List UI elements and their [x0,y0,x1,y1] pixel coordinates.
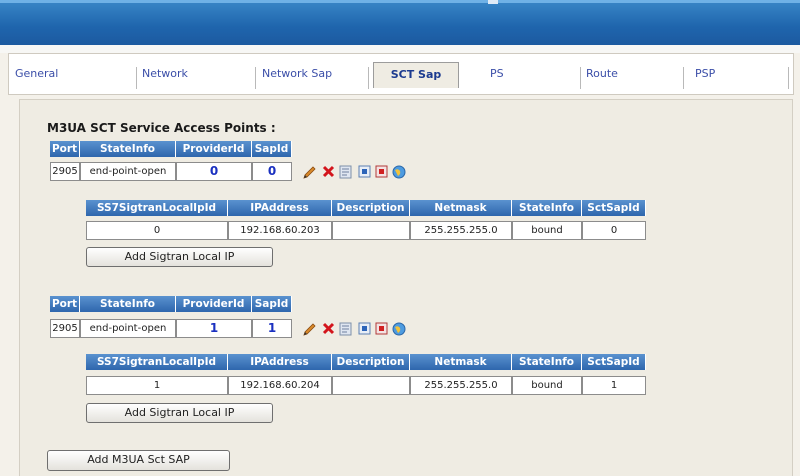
globe-icon[interactable] [392,165,406,179]
edit-pencil-icon[interactable] [302,165,317,180]
tab-sct-sap[interactable]: SCT Sap [373,62,459,88]
ip-id-cell: 0 [86,221,228,240]
sap-header-providerid: ProviderId [176,296,252,312]
ip-address-cell: 192.168.60.204 [228,376,332,395]
ip-address-cell: 192.168.60.203 [228,221,332,240]
tab-route[interactable]: Route [586,67,684,89]
stop-icon[interactable] [375,322,388,335]
sap-id-cell: 0 [252,162,292,181]
ip-header-netmask: Netmask [410,354,512,370]
ip-header-stateinfo: StateInfo [512,354,582,370]
tab-network[interactable]: Network [142,67,256,89]
window-icon[interactable] [358,165,371,178]
sap-id-cell: 1 [252,319,292,338]
delete-x-icon[interactable] [322,322,335,335]
document-icon[interactable] [339,165,353,179]
ip-header-description: Description [332,200,410,216]
sap-header-providerid: ProviderId [176,141,252,157]
ip-header-ipaddress: IPAddress [228,354,332,370]
sap-header-stateinfo: StateInfo [80,141,176,157]
sap-header-stateinfo: StateInfo [80,296,176,312]
header-notch [488,0,498,4]
ip-header-id: SS7SigtranLocalIpId [86,354,228,370]
document-icon[interactable] [339,322,353,336]
globe-icon[interactable] [392,322,406,336]
sap-action-icons [302,165,442,181]
section-title: M3UA SCT Service Access Points : [47,121,276,135]
ip-netmask-cell: 255.255.255.0 [410,376,512,395]
ip-id-cell: 1 [86,376,228,395]
ip-header-sctsapid: SctSapId [582,354,646,370]
ip-state-cell: bound [512,376,582,395]
ip-header-stateinfo: StateInfo [512,200,582,216]
tab-network-sap[interactable]: Network Sap [262,67,369,89]
sap-header-port: Port [50,141,80,157]
sap-header-sapid: SapId [252,296,292,312]
add-m3ua-sct-sap-button[interactable]: Add M3UA Sct SAP [47,450,230,471]
ip-header-ipaddress: IPAddress [228,200,332,216]
sap-state-cell: end-point-open [80,319,176,338]
sap-provider-id-cell: 1 [176,319,252,338]
ip-description-cell [332,221,410,240]
add-sigtran-local-ip-button[interactable]: Add Sigtran Local IP [86,247,273,267]
ip-description-cell [332,376,410,395]
delete-x-icon[interactable] [322,165,335,178]
sap-header-sapid: SapId [252,141,292,157]
stop-icon[interactable] [375,165,388,178]
tab-ps[interactable]: PS [490,67,581,89]
ip-header-id: SS7SigtranLocalIpId [86,200,228,216]
header-gap [0,45,800,53]
ip-header-sctsapid: SctSapId [582,200,646,216]
ip-state-cell: bound [512,221,582,240]
window-icon[interactable] [358,322,371,335]
header-bar [0,0,800,45]
ip-sctsapid-cell: 1 [582,376,646,395]
sap-provider-id-cell: 0 [176,162,252,181]
tab-general[interactable]: General [15,67,137,89]
ip-header-netmask: Netmask [410,200,512,216]
edit-pencil-icon[interactable] [302,322,317,337]
ip-netmask-cell: 255.255.255.0 [410,221,512,240]
sap-port-cell: 2905 [50,319,80,338]
sap-header-port: Port [50,296,80,312]
add-sigtran-local-ip-button[interactable]: Add Sigtran Local IP [86,403,273,423]
header-highlight [0,0,800,3]
ip-header-description: Description [332,354,410,370]
sap-port-cell: 2905 [50,162,80,181]
sap-action-icons [302,322,442,338]
ip-sctsapid-cell: 0 [582,221,646,240]
sap-state-cell: end-point-open [80,162,176,181]
tab-psp[interactable]: PSP [695,67,789,89]
tab-strip: General Network Network Sap SCT Sap PS R… [8,53,794,95]
